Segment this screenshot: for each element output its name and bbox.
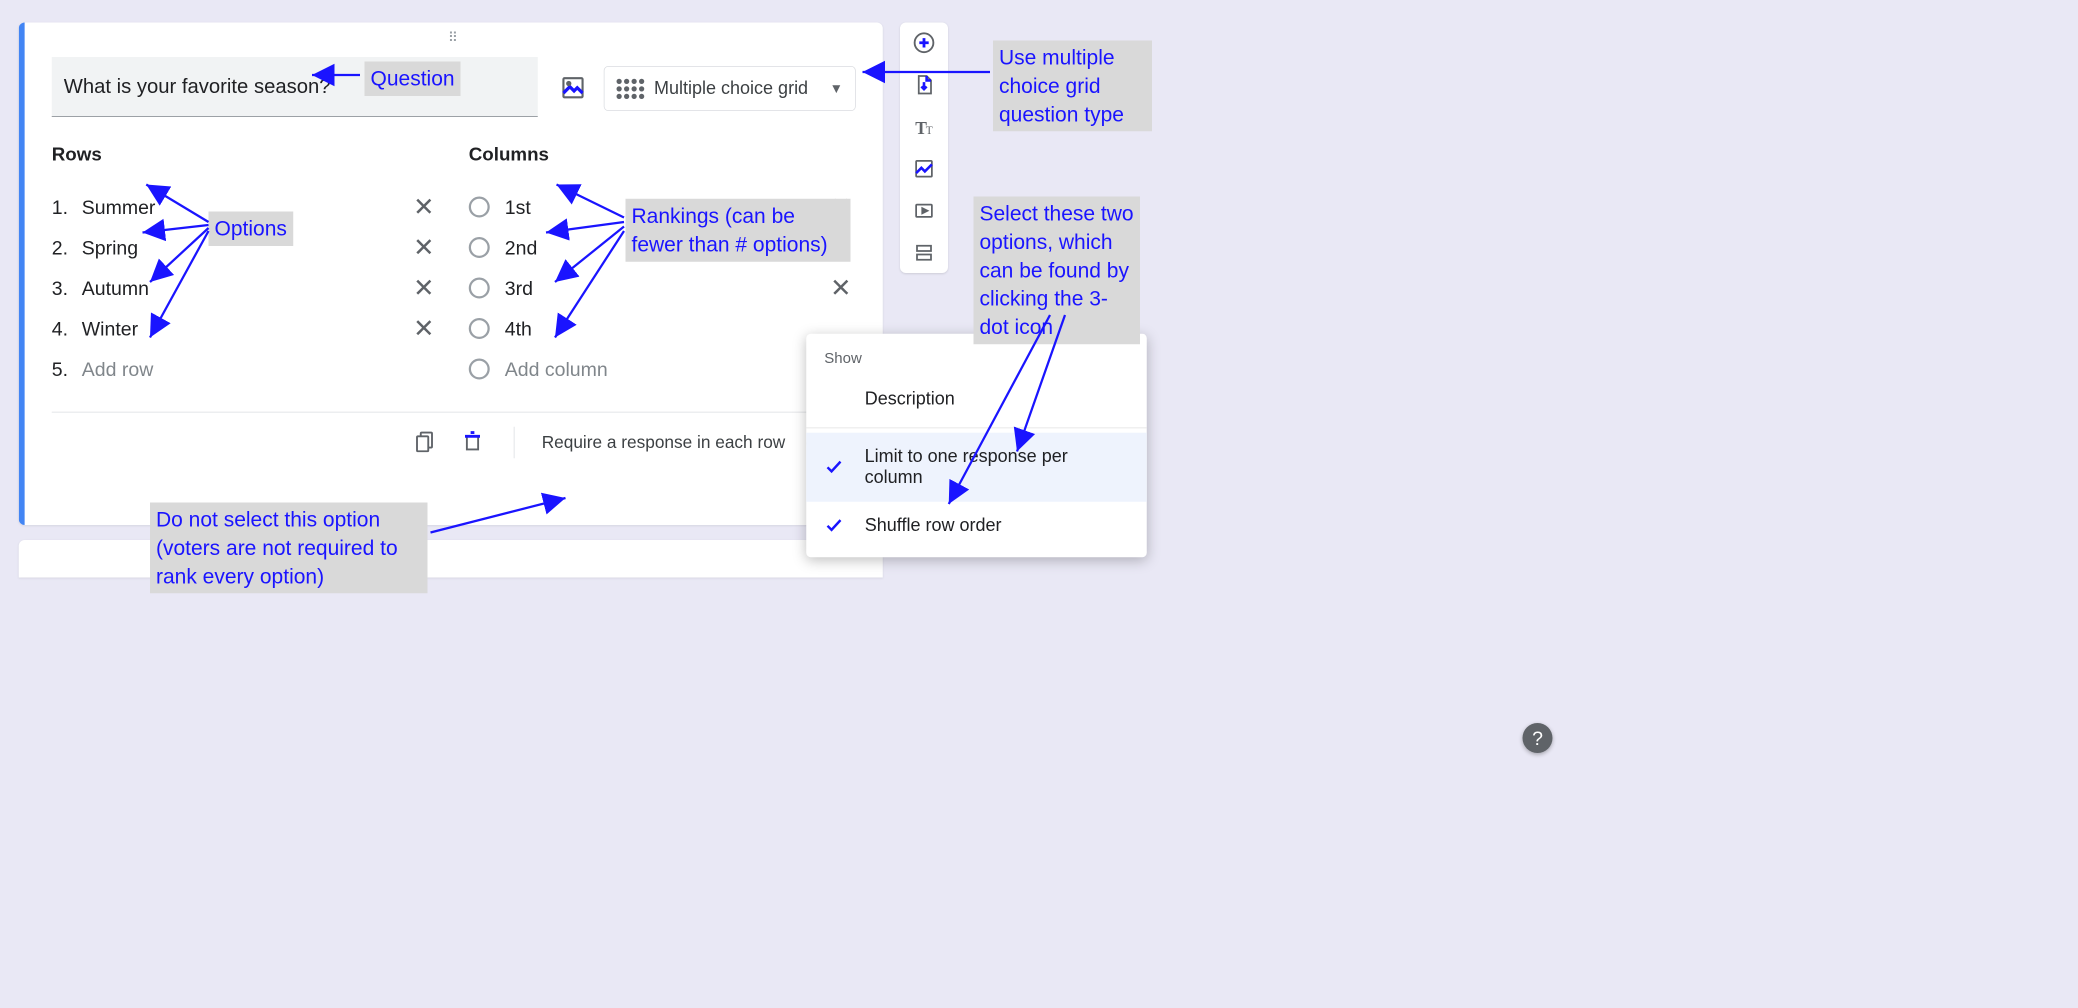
divider <box>514 426 515 458</box>
popover-item-label: Description <box>865 389 955 410</box>
rows-header: Rows <box>52 144 439 166</box>
floating-toolbar: TT <box>900 23 948 274</box>
annotation-rankings: Rankings (can be fewer than # options) <box>626 199 851 262</box>
column-item[interactable]: 4th✕ <box>469 308 856 349</box>
annotation-options: Options <box>209 212 293 246</box>
check-icon <box>824 515 845 536</box>
help-icon[interactable]: ? <box>1523 723 1553 753</box>
row-item[interactable]: 4.Winter✕ <box>52 308 439 349</box>
question-type-label: Multiple choice grid <box>654 78 818 99</box>
card-footer: Require a response in each row <box>52 412 856 472</box>
remove-row-icon[interactable]: ✕ <box>409 314 439 344</box>
options-popover: Show ✓ Description Limit to one response… <box>806 334 1147 558</box>
divider <box>806 428 1147 429</box>
column-label: 3rd <box>505 276 816 299</box>
duplicate-icon[interactable] <box>413 429 439 455</box>
chevron-down-icon: ▼ <box>830 81 843 97</box>
next-card-preview <box>19 540 883 578</box>
check-icon <box>824 457 845 478</box>
add-question-icon[interactable] <box>913 32 936 55</box>
popover-item-label: Limit to one response per column <box>865 446 1129 488</box>
question-card: ⠿ Multiple choice grid ▼ Rows 1.Summer✕ … <box>19 23 883 526</box>
columns-column: Columns 1st✕ 2nd✕ 3rd✕ 4th✕ Add column✕ <box>469 144 856 389</box>
add-column-label: Add column <box>505 357 816 380</box>
add-section-icon[interactable] <box>913 242 936 265</box>
question-type-select[interactable]: Multiple choice grid ▼ <box>604 66 856 111</box>
radio-icon <box>469 278 490 299</box>
popover-item-label: Shuffle row order <box>865 515 1002 536</box>
column-item[interactable]: 3rd ✕ <box>469 268 856 309</box>
column-label: 4th <box>505 317 816 340</box>
rows-column: Rows 1.Summer✕ 2.Spring✕ 3.Autumn✕ 4.Win… <box>52 144 439 389</box>
popover-description[interactable]: ✓ Description <box>806 375 1147 423</box>
add-row[interactable]: 5.Add row✕ <box>52 349 439 390</box>
grid-icon <box>617 78 643 98</box>
annotation-dontselect: Do not select this option (voters are no… <box>150 503 428 594</box>
remove-row-icon[interactable]: ✕ <box>409 273 439 303</box>
annotation-selecttwo: Select these two options, which can be f… <box>974 197 1141 345</box>
svg-text:T: T <box>926 125 933 137</box>
popover-limit-column[interactable]: Limit to one response per column <box>806 433 1147 502</box>
remove-row-icon[interactable]: ✕ <box>409 192 439 222</box>
radio-icon <box>469 359 490 380</box>
row-label: Winter <box>82 317 399 340</box>
radio-icon <box>469 237 490 258</box>
add-video-icon[interactable] <box>913 200 936 223</box>
delete-icon[interactable] <box>461 429 487 455</box>
popover-shuffle-rows[interactable]: Shuffle row order <box>806 502 1147 550</box>
remove-column-icon[interactable]: ✕ <box>826 273 856 303</box>
row-label: Autumn <box>82 276 399 299</box>
add-title-icon[interactable]: TT <box>913 116 936 139</box>
annotation-question: Question <box>365 62 461 96</box>
add-image-icon[interactable] <box>556 71 591 106</box>
columns-header: Columns <box>469 144 856 166</box>
import-questions-icon[interactable] <box>913 74 936 97</box>
annotation-usetype: Use multiple choice grid question type <box>993 41 1152 132</box>
row-item[interactable]: 3.Autumn✕ <box>52 268 439 309</box>
add-column[interactable]: Add column✕ <box>469 349 856 390</box>
radio-icon <box>469 197 490 218</box>
drag-handle-icon[interactable]: ⠿ <box>448 30 459 46</box>
require-row-label: Require a response in each row <box>542 432 786 452</box>
grid-body: Rows 1.Summer✕ 2.Spring✕ 3.Autumn✕ 4.Win… <box>52 144 856 389</box>
add-image-icon[interactable] <box>913 158 936 181</box>
question-wrap <box>52 57 543 117</box>
remove-row-icon[interactable]: ✕ <box>409 233 439 263</box>
add-row-label: Add row <box>82 357 399 380</box>
radio-icon <box>469 318 490 339</box>
question-input[interactable] <box>52 57 538 117</box>
